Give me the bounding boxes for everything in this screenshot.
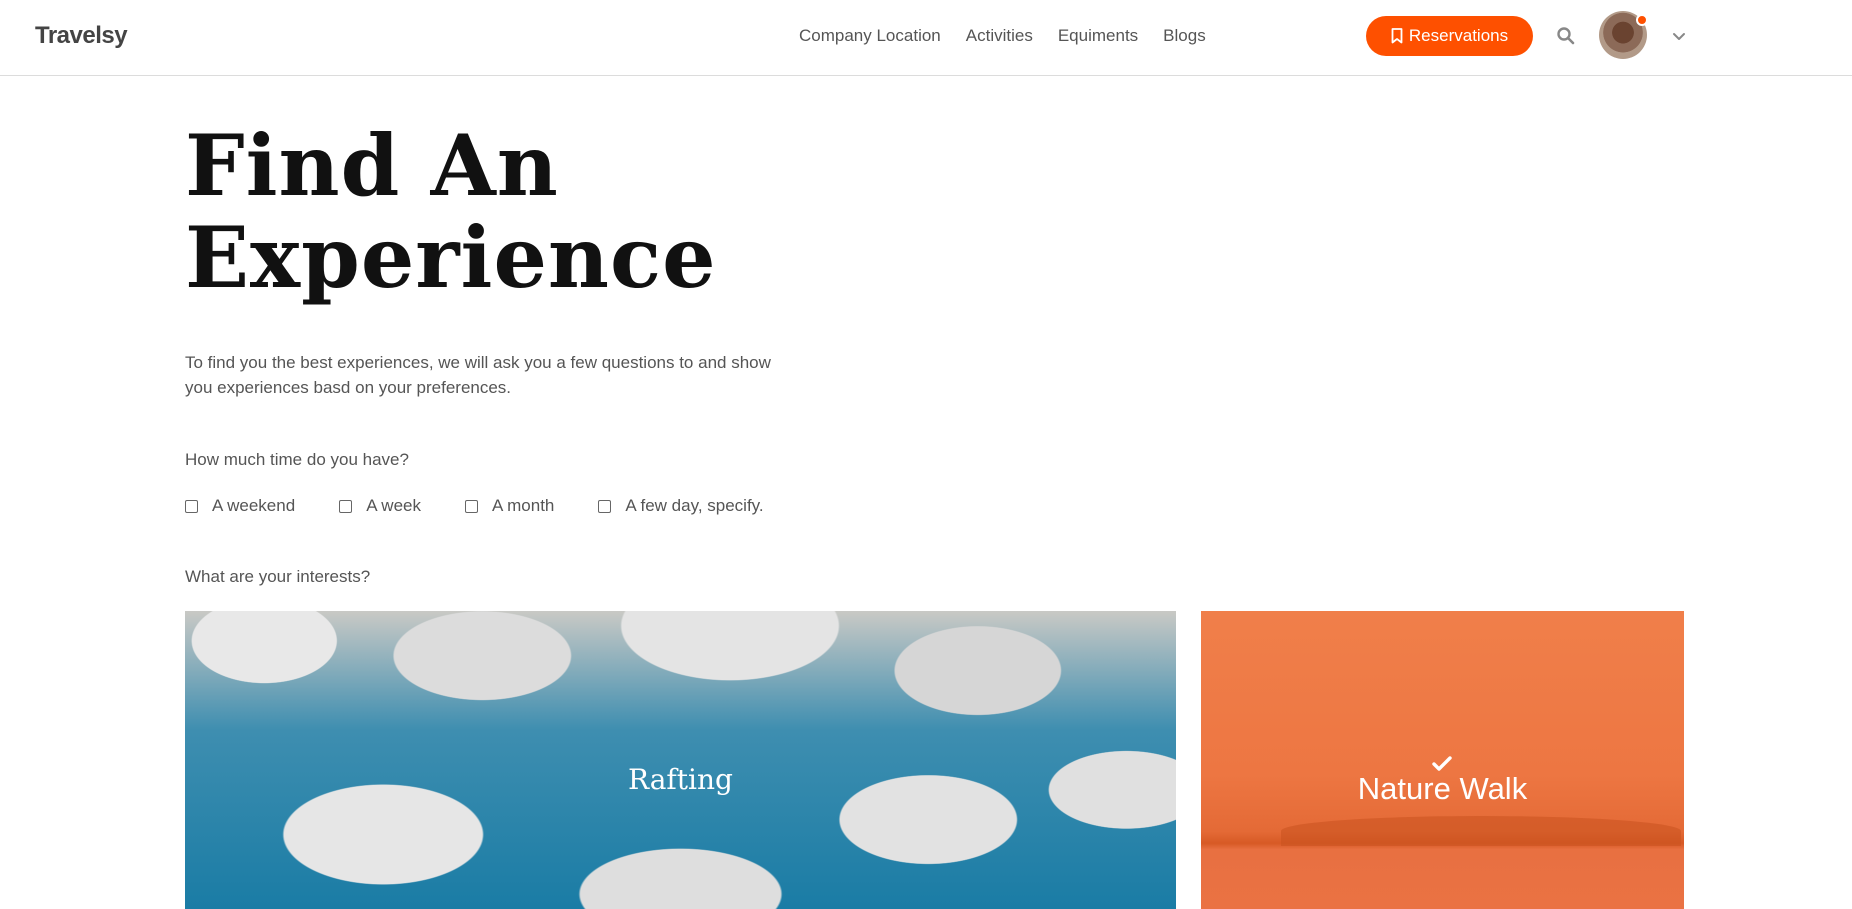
checkbox[interactable] bbox=[185, 499, 198, 513]
title-line-2: Experience bbox=[185, 208, 717, 307]
option-month[interactable]: A month bbox=[465, 496, 554, 516]
bookmark-icon bbox=[1391, 28, 1403, 44]
title-line-1: Find An bbox=[185, 116, 559, 215]
option-label: A few day, specify. bbox=[625, 496, 764, 515]
page-title: Find An Experience bbox=[185, 120, 785, 304]
checkbox[interactable] bbox=[339, 499, 353, 513]
notification-dot bbox=[1636, 14, 1648, 26]
interest-label: Rafting bbox=[628, 763, 733, 796]
nav-activities[interactable]: Activities bbox=[966, 26, 1033, 46]
option-label: A weekend bbox=[212, 496, 296, 515]
checkbox[interactable] bbox=[465, 499, 478, 513]
interest-label: Nature Walk bbox=[1357, 771, 1528, 806]
option-label: A week bbox=[366, 496, 421, 515]
option-weekend[interactable]: A weekend bbox=[185, 496, 295, 516]
time-question: How much time do you have? bbox=[185, 450, 409, 469]
interests-question: What are your interests? bbox=[185, 567, 371, 586]
checkbox[interactable] bbox=[598, 499, 612, 513]
option-label: A month bbox=[492, 496, 555, 515]
intro-text: To find you the best experiences, we wil… bbox=[185, 353, 771, 397]
reservations-button[interactable]: Reservations bbox=[1366, 16, 1533, 56]
search-icon[interactable] bbox=[1556, 26, 1576, 46]
interest-card-nature-walk[interactable]: Nature Walk bbox=[1201, 611, 1684, 909]
option-few-days[interactable]: A few day, specify. bbox=[598, 496, 764, 516]
time-options: A weekend A week A month A few day, spec… bbox=[185, 496, 808, 516]
landscape-ridge bbox=[1281, 816, 1681, 846]
nav-blogs[interactable]: Blogs bbox=[1163, 26, 1206, 46]
reservations-label: Reservations bbox=[1408, 26, 1509, 45]
logo[interactable]: Travelsy bbox=[35, 22, 128, 50]
interest-card-rafting[interactable]: Rafting bbox=[185, 611, 1176, 909]
nav-equipments[interactable]: Equiments bbox=[1058, 26, 1138, 46]
check-icon bbox=[1432, 756, 1452, 771]
chevron-down-icon[interactable] bbox=[1670, 27, 1688, 45]
option-week[interactable]: A week bbox=[339, 496, 421, 516]
nav-company-location[interactable]: Company Location bbox=[799, 26, 941, 46]
main-nav: Company Location Activities Equiments Bl… bbox=[799, 26, 1206, 46]
top-navbar: Travelsy Company Location Activities Equ… bbox=[0, 0, 1852, 76]
